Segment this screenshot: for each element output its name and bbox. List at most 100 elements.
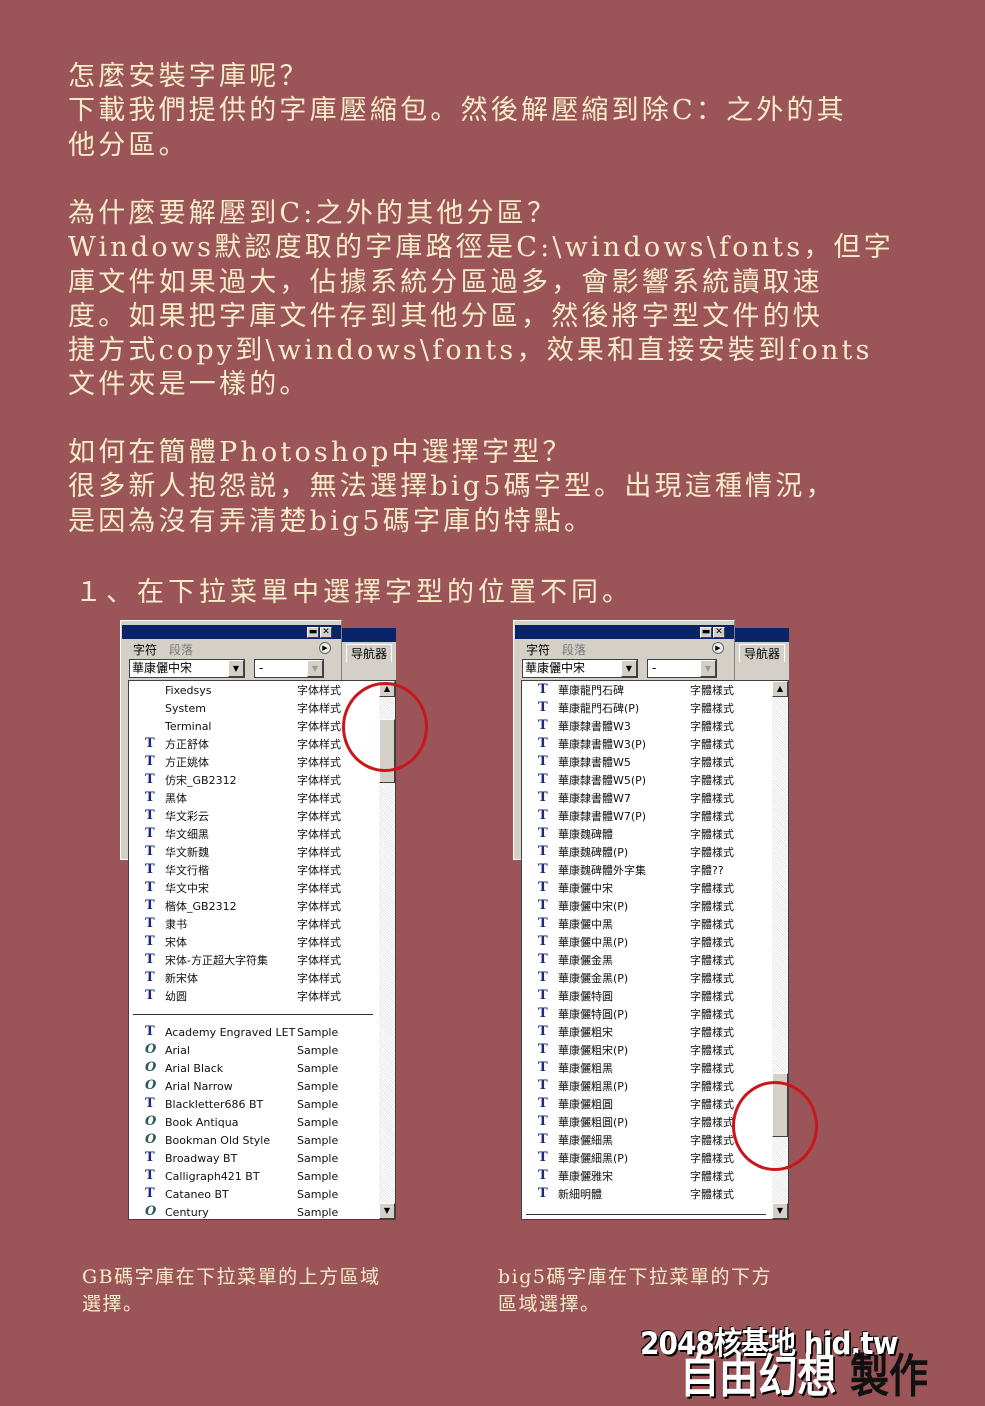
font-list-item[interactable]: T 華康儷金黑 字體樣式 [522,952,772,970]
font-list-item[interactable]: T 華康儷特圓 字體樣式 [522,988,772,1006]
font-list-item[interactable]: T 華康隸書體W7(P) 字體樣式 [522,808,772,826]
font-list-item[interactable]: T 华文行楷 字体样式 [129,862,379,880]
tab-navigator[interactable]: 导航器 [346,644,393,662]
tab-paragraph[interactable]: 段落 [556,640,592,659]
font-list-item[interactable]: T 華康隸書體W3(P) 字體樣式 [522,736,772,754]
tab-character[interactable]: 字符 [127,640,163,659]
font-name: 華康儷金黑(P) [558,972,629,985]
font-style-select[interactable]: - ▼ [254,659,324,678]
font-list-item[interactable]: T 華康儷中黑(P) 字體樣式 [522,934,772,952]
minimize-button[interactable]: ▬ [307,627,319,638]
paragraph: 怎麼安裝字庫呢？ 下載我們提供的字庫壓縮包。然後解壓縮到除C：之外的其 他分區。 [68,60,847,163]
font-list-item[interactable]: T 華康儷中宋 字體樣式 [522,880,772,898]
chevron-down-icon[interactable]: ▼ [307,660,323,677]
font-sample: 字体样式 [297,846,341,859]
font-list-item[interactable]: T 華康魏碑體外字集 字體?? [522,862,772,880]
font-list-item[interactable]: T 華康龍門石碑 字體樣式 [522,682,772,700]
font-name: 華康儷中宋 [558,882,613,895]
font-list-item[interactable]: T Broadway BT Sample [129,1150,379,1168]
font-list-item[interactable]: O Bookman Old Style Sample [129,1132,379,1150]
tab-paragraph[interactable]: 段落 [163,640,199,659]
font-list-item[interactable]: T 華康儷細黑(P) 字體樣式 [522,1150,772,1168]
minimize-button[interactable]: ▬ [700,627,712,638]
font-list-item[interactable]: T Cataneo BT Sample [129,1186,379,1204]
panel-tabs: 字符 段落 [127,640,199,659]
font-list-item[interactable]: System 字体样式 [129,700,379,718]
scroll-down-button[interactable]: ▼ [772,1203,788,1219]
truetype-font-icon: T [145,934,155,949]
font-list-item[interactable]: T 黑体 字体样式 [129,790,379,808]
font-list-item[interactable]: Fixedsys 字体样式 [129,682,379,700]
font-list-item[interactable]: O Book Antiqua Sample [129,1114,379,1132]
font-list-item[interactable]: T 華康儷中宋(P) 字體樣式 [522,898,772,916]
font-name: Academy Engraved LET [165,1026,296,1039]
font-list-item[interactable]: T 新細明體 字體樣式 [522,1186,772,1204]
font-list-item[interactable]: T 幼圆 字体样式 [129,988,379,1006]
tab-navigator[interactable]: 导航器 [739,644,786,662]
font-list-item[interactable]: T 仿宋_GB2312 字体样式 [129,772,379,790]
tab-character[interactable]: 字符 [520,640,556,659]
font-name: 華康儷粗圓(P) [558,1116,629,1129]
font-list-item[interactable]: O Arial Black Sample [129,1060,379,1078]
truetype-font-icon: T [145,1150,155,1165]
font-list-item[interactable]: T 華康魏碑體 字體樣式 [522,826,772,844]
font-list-item[interactable]: T 方正姚体 字体样式 [129,754,379,772]
truetype-font-icon: T [538,700,548,715]
font-list-item[interactable]: T 華康儷粗宋 字體樣式 [522,1024,772,1042]
font-list-item[interactable]: T 楷体_GB2312 字体样式 [129,898,379,916]
close-button[interactable]: ✕ [713,627,725,638]
font-list-item[interactable]: T 華康儷粗黑(P) 字體樣式 [522,1078,772,1096]
font-list-item[interactable]: T 宋体 字体样式 [129,934,379,952]
font-family-select[interactable]: 華康儷中宋 ▼ [522,659,638,678]
font-list-item[interactable]: T 华文细黑 字体样式 [129,826,379,844]
font-list-item[interactable]: T 華康儷粗宋(P) 字體樣式 [522,1042,772,1060]
font-name: 華康儷金黑 [558,954,613,967]
font-list-item[interactable]: T 華康龍門石碑(P) 字體樣式 [522,700,772,718]
font-dropdown-list[interactable]: Fixedsys 字体样式 System 字体样式 Terminal 字体样式 T 方正舒体字… [128,680,396,1220]
font-list-item[interactable]: T 新宋体 字体样式 [129,970,379,988]
font-list-item[interactable]: T 華康隸書體W5(P) 字體樣式 [522,772,772,790]
font-list-item[interactable]: T 华文彩云 字体样式 [129,808,379,826]
panel-caption: GB碼字庫在下拉菜單的上方區域 選擇。 [82,1264,381,1318]
font-list-item[interactable]: T 華康儷金黑(P) 字體樣式 [522,970,772,988]
truetype-font-icon: T [538,1186,548,1201]
font-family-select[interactable]: 華康儷中宋 ▼ [129,659,245,678]
text-line: 是因為沒有弄清楚big5碼字庫的特點。 [68,505,595,537]
font-name: 華康儷特圓 [558,990,613,1003]
font-sample: 字体样式 [297,972,341,985]
font-name: 華康龍門石碑 [558,684,624,697]
font-list-item[interactable]: T 宋体-方正超大字符集 字体样式 [129,952,379,970]
font-style-select[interactable]: - ▼ [647,659,717,678]
font-list-item[interactable]: T 方正舒体 字体样式 [129,736,379,754]
chevron-down-icon[interactable]: ▼ [228,660,244,677]
font-list-item[interactable]: T 華康儷特圓(P) 字體樣式 [522,1006,772,1024]
font-list-item[interactable]: O Arial Narrow Sample [129,1078,379,1096]
scroll-down-button[interactable]: ▼ [379,1203,395,1219]
font-list-item[interactable]: T 華康隸書體W3 字體樣式 [522,718,772,736]
panel-menu-icon[interactable]: ▶ [319,642,331,654]
font-list-item[interactable]: T 華康魏碑體(P) 字體樣式 [522,844,772,862]
panel-menu-icon[interactable]: ▶ [712,642,724,654]
font-list-item[interactable]: T 華康儷粗黑 字體樣式 [522,1060,772,1078]
text-line: 庫文件如果過大，佔據系統分區過多，會影響系統讀取速 [68,266,823,298]
truetype-font-icon: T [538,970,548,985]
caption-line: big5碼字庫在下拉菜單的下方 [498,1266,772,1288]
font-list-item[interactable]: T 華康隸書體W5 字體樣式 [522,754,772,772]
font-list-item[interactable]: T 華康儷雅宋 字體樣式 [522,1168,772,1186]
font-list-item[interactable]: T 华文新魏 字体样式 [129,844,379,862]
font-list-item[interactable]: O Arial Sample [129,1042,379,1060]
chevron-down-icon[interactable]: ▼ [621,660,637,677]
chevron-down-icon[interactable]: ▼ [700,660,716,677]
font-list-item[interactable]: T Blackletter686 BT Sample [129,1096,379,1114]
close-button[interactable]: ✕ [320,627,332,638]
font-sample: 字體樣式 [690,1044,734,1057]
font-list-item[interactable]: O Century Sample [129,1204,379,1222]
scroll-up-button[interactable]: ▲ [772,681,788,697]
font-name: 華康隸書體W7 [558,792,631,805]
font-list-item[interactable]: T 隶书 字体样式 [129,916,379,934]
font-list-item[interactable]: T Academy Engraved LET Sample [129,1024,379,1042]
font-list-item[interactable]: T Calligraph421 BT Sample [129,1168,379,1186]
font-list-item[interactable]: T 華康隸書體W7 字體樣式 [522,790,772,808]
font-list-item[interactable]: T 華康儷中黑 字體樣式 [522,916,772,934]
font-list-item[interactable]: T 华文中宋 字体样式 [129,880,379,898]
